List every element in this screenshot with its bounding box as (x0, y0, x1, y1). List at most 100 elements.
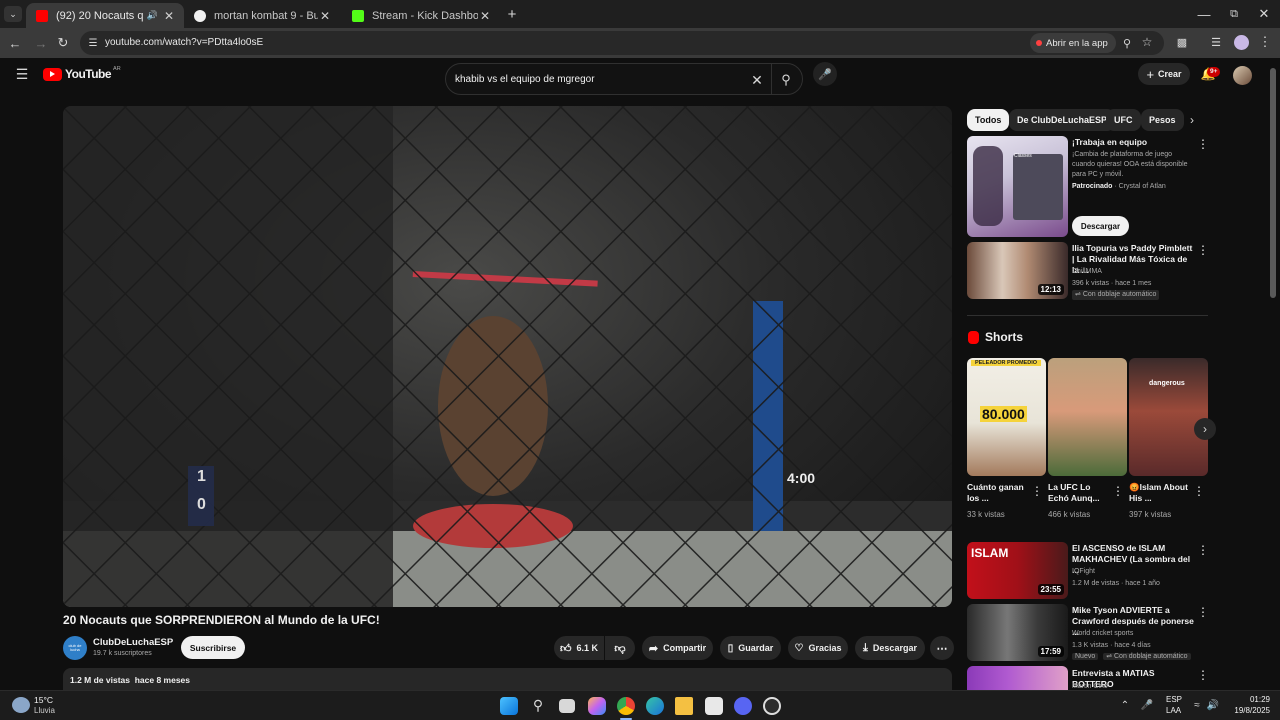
app-icon[interactable] (763, 697, 781, 715)
clock-date[interactable]: 19/8/2025 (1222, 706, 1270, 715)
ad-thumbnail[interactable]: Classes (967, 136, 1068, 237)
taskbar-search-icon[interactable]: ⚲ (529, 696, 547, 714)
rec2-menu-icon[interactable]: ⋮ (1197, 543, 1209, 557)
file-explorer-icon[interactable] (675, 697, 693, 715)
create-button[interactable]: + Crear (1138, 63, 1190, 85)
rec3-thumbnail[interactable]: 17:59 (967, 604, 1068, 661)
youtube-logo[interactable]: YouTube AR (43, 66, 121, 81)
profile-avatar[interactable] (1234, 35, 1249, 50)
rec3-channel[interactable]: World cricket sports (1072, 629, 1133, 639)
weather-temp[interactable]: 15°C (34, 695, 53, 705)
tab-search-icon[interactable]: ⌄ (4, 6, 22, 22)
edge-icon[interactable] (646, 697, 664, 715)
chip-pesos[interactable]: Pesos (1141, 109, 1184, 131)
rec4-thumbnail[interactable] (967, 666, 1068, 690)
download-button[interactable]: ⤓ Descargar (855, 636, 925, 660)
voice-search-icon[interactable]: 🎤 (813, 62, 837, 86)
rec1-menu-icon[interactable]: ⋮ (1197, 243, 1209, 257)
rec3-menu-icon[interactable]: ⋮ (1197, 605, 1209, 619)
wifi-icon[interactable]: ≈ (1190, 698, 1204, 712)
scrollbar-thumb[interactable] (1270, 68, 1276, 298)
rec2-channel[interactable]: IQFight (1072, 567, 1095, 577)
clock-time[interactable]: 01:29 (1228, 695, 1270, 704)
chip-all[interactable]: Todos (967, 109, 1010, 131)
rec1-channel[interactable]: ChillMMA (1072, 267, 1102, 277)
maximize-icon[interactable]: ⧉ (1226, 6, 1242, 22)
page-scrollbar[interactable] (1270, 68, 1276, 688)
short2-thumbnail[interactable] (1048, 358, 1127, 476)
chips-next-icon[interactable]: › (1184, 112, 1200, 128)
discord-icon[interactable] (734, 697, 752, 715)
hamburger-menu-icon[interactable]: ☰ (13, 66, 31, 82)
open-in-app-button[interactable]: Abrir en la app (1030, 33, 1116, 53)
tab-kick[interactable]: Stream - Kick Dashboard ✕ (342, 3, 500, 28)
rec4-menu-icon[interactable]: ⋮ (1197, 668, 1209, 682)
keyboard-layout[interactable]: LAA (1166, 706, 1181, 715)
audio-icon[interactable]: 🔊 (147, 10, 158, 21)
short2-menu-icon[interactable]: ⋮ (1112, 484, 1124, 498)
ad-title[interactable]: ¡Trabaja en equipo (1072, 137, 1147, 148)
close-tab-icon[interactable]: ✕ (478, 9, 492, 23)
thanks-button[interactable]: ♡ Gracias (788, 636, 848, 660)
search-input[interactable]: khabib vs el equipo de mgregor (455, 74, 595, 85)
chrome-icon[interactable] (617, 697, 635, 715)
tab-youtube[interactable]: (92) 20 Nocauts que SORPR 🔊 ✕ (26, 3, 184, 28)
search-box[interactable]: khabib vs el equipo de mgregor ✕ ⚲ (445, 63, 803, 95)
short3-title[interactable]: 😡Islam About His ... (1129, 482, 1189, 504)
task-view-icon[interactable] (559, 699, 575, 713)
back-icon[interactable]: ← (6, 34, 24, 52)
rec4-channel[interactable]: Martin Cirio (1072, 682, 1108, 690)
minimize-icon[interactable]: — (1196, 6, 1212, 22)
ad-download-button[interactable]: Descargar (1072, 216, 1129, 236)
extensions-icon[interactable]: ▩ (1174, 34, 1190, 50)
reading-list-icon[interactable]: ☰ (1208, 34, 1224, 50)
tray-chevron-icon[interactable]: ⌃ (1118, 698, 1132, 712)
short1-title[interactable]: Cuánto ganan los ... (967, 482, 1027, 504)
short1-thumbnail[interactable]: PELEADOR PROMEDIO 80.000 (967, 358, 1046, 476)
language-code[interactable]: ESP (1166, 695, 1182, 704)
copilot-icon[interactable] (588, 697, 606, 715)
description-box[interactable]: 1.2 M de vistas hace 8 meses (63, 668, 952, 690)
clear-search-icon[interactable]: ✕ (749, 72, 765, 88)
short3-thumbnail[interactable]: dangerous (1129, 358, 1208, 476)
user-avatar[interactable] (1233, 66, 1252, 85)
reload-icon[interactable]: ↻ (54, 34, 72, 52)
video-player[interactable]: 1 0 4:00 (63, 106, 952, 607)
store-icon[interactable] (705, 697, 723, 715)
share-button[interactable]: ➦ Compartir (642, 636, 713, 660)
tab-search[interactable]: mortan kombat 9 - Buscar con ✕ (184, 3, 340, 28)
start-icon[interactable] (500, 697, 518, 715)
save-button[interactable]: ▯ Guardar (720, 636, 781, 660)
shorts-next-icon[interactable]: › (1194, 418, 1216, 440)
ad-description: ¡Cambia de plataforma de juego cuando qu… (1072, 151, 1188, 178)
browser-menu-icon[interactable]: ⋮ (1258, 34, 1272, 50)
address-bar[interactable]: ☰ youtube.com/watch?v=PDtta4lo0sE Abrir … (80, 31, 1164, 55)
close-tab-icon[interactable]: ✕ (162, 9, 176, 23)
short1-menu-icon[interactable]: ⋮ (1031, 484, 1043, 498)
weather-icon[interactable] (12, 697, 30, 713)
ad-menu-icon[interactable]: ⋮ (1197, 137, 1209, 151)
short2-title[interactable]: La UFC Lo Echó Aunq... (1048, 482, 1110, 504)
bookmark-star-icon[interactable]: ☆ (1140, 35, 1154, 49)
microphone-icon[interactable]: 🎤 (1140, 698, 1154, 712)
search-icon[interactable]: ⚲ (777, 72, 795, 88)
forward-icon[interactable]: → (32, 34, 50, 52)
zoom-icon[interactable]: ⚲ (1120, 36, 1134, 50)
chip-ufc[interactable]: UFC (1106, 109, 1141, 131)
channel-name[interactable]: ClubDeLuchaESP (93, 637, 173, 648)
rec1-thumbnail[interactable]: 12:13 (967, 242, 1068, 299)
close-window-icon[interactable]: ✕ (1256, 6, 1272, 22)
channel-avatar[interactable]: club de lucha (63, 636, 87, 660)
more-actions-button[interactable]: ⋯ (930, 636, 954, 660)
short3-menu-icon[interactable]: ⋮ (1193, 484, 1205, 498)
rec2-thumbnail[interactable]: ISLAM 23:55 (967, 542, 1068, 599)
close-tab-icon[interactable]: ✕ (318, 9, 332, 23)
like-button[interactable]: 👍︎ 6.1 K (554, 636, 604, 660)
volume-icon[interactable]: 🔊 (1206, 698, 1220, 712)
new-tab-icon[interactable]: + (504, 6, 520, 23)
site-info-icon[interactable]: ☰ (86, 36, 100, 50)
dislike-button[interactable]: 👎︎ (605, 636, 635, 660)
url-text[interactable]: youtube.com/watch?v=PDtta4lo0sE (105, 37, 263, 48)
chip-channel[interactable]: De ClubDeLuchaESP (1009, 109, 1116, 131)
subscribe-button[interactable]: Suscribirse (181, 636, 245, 659)
